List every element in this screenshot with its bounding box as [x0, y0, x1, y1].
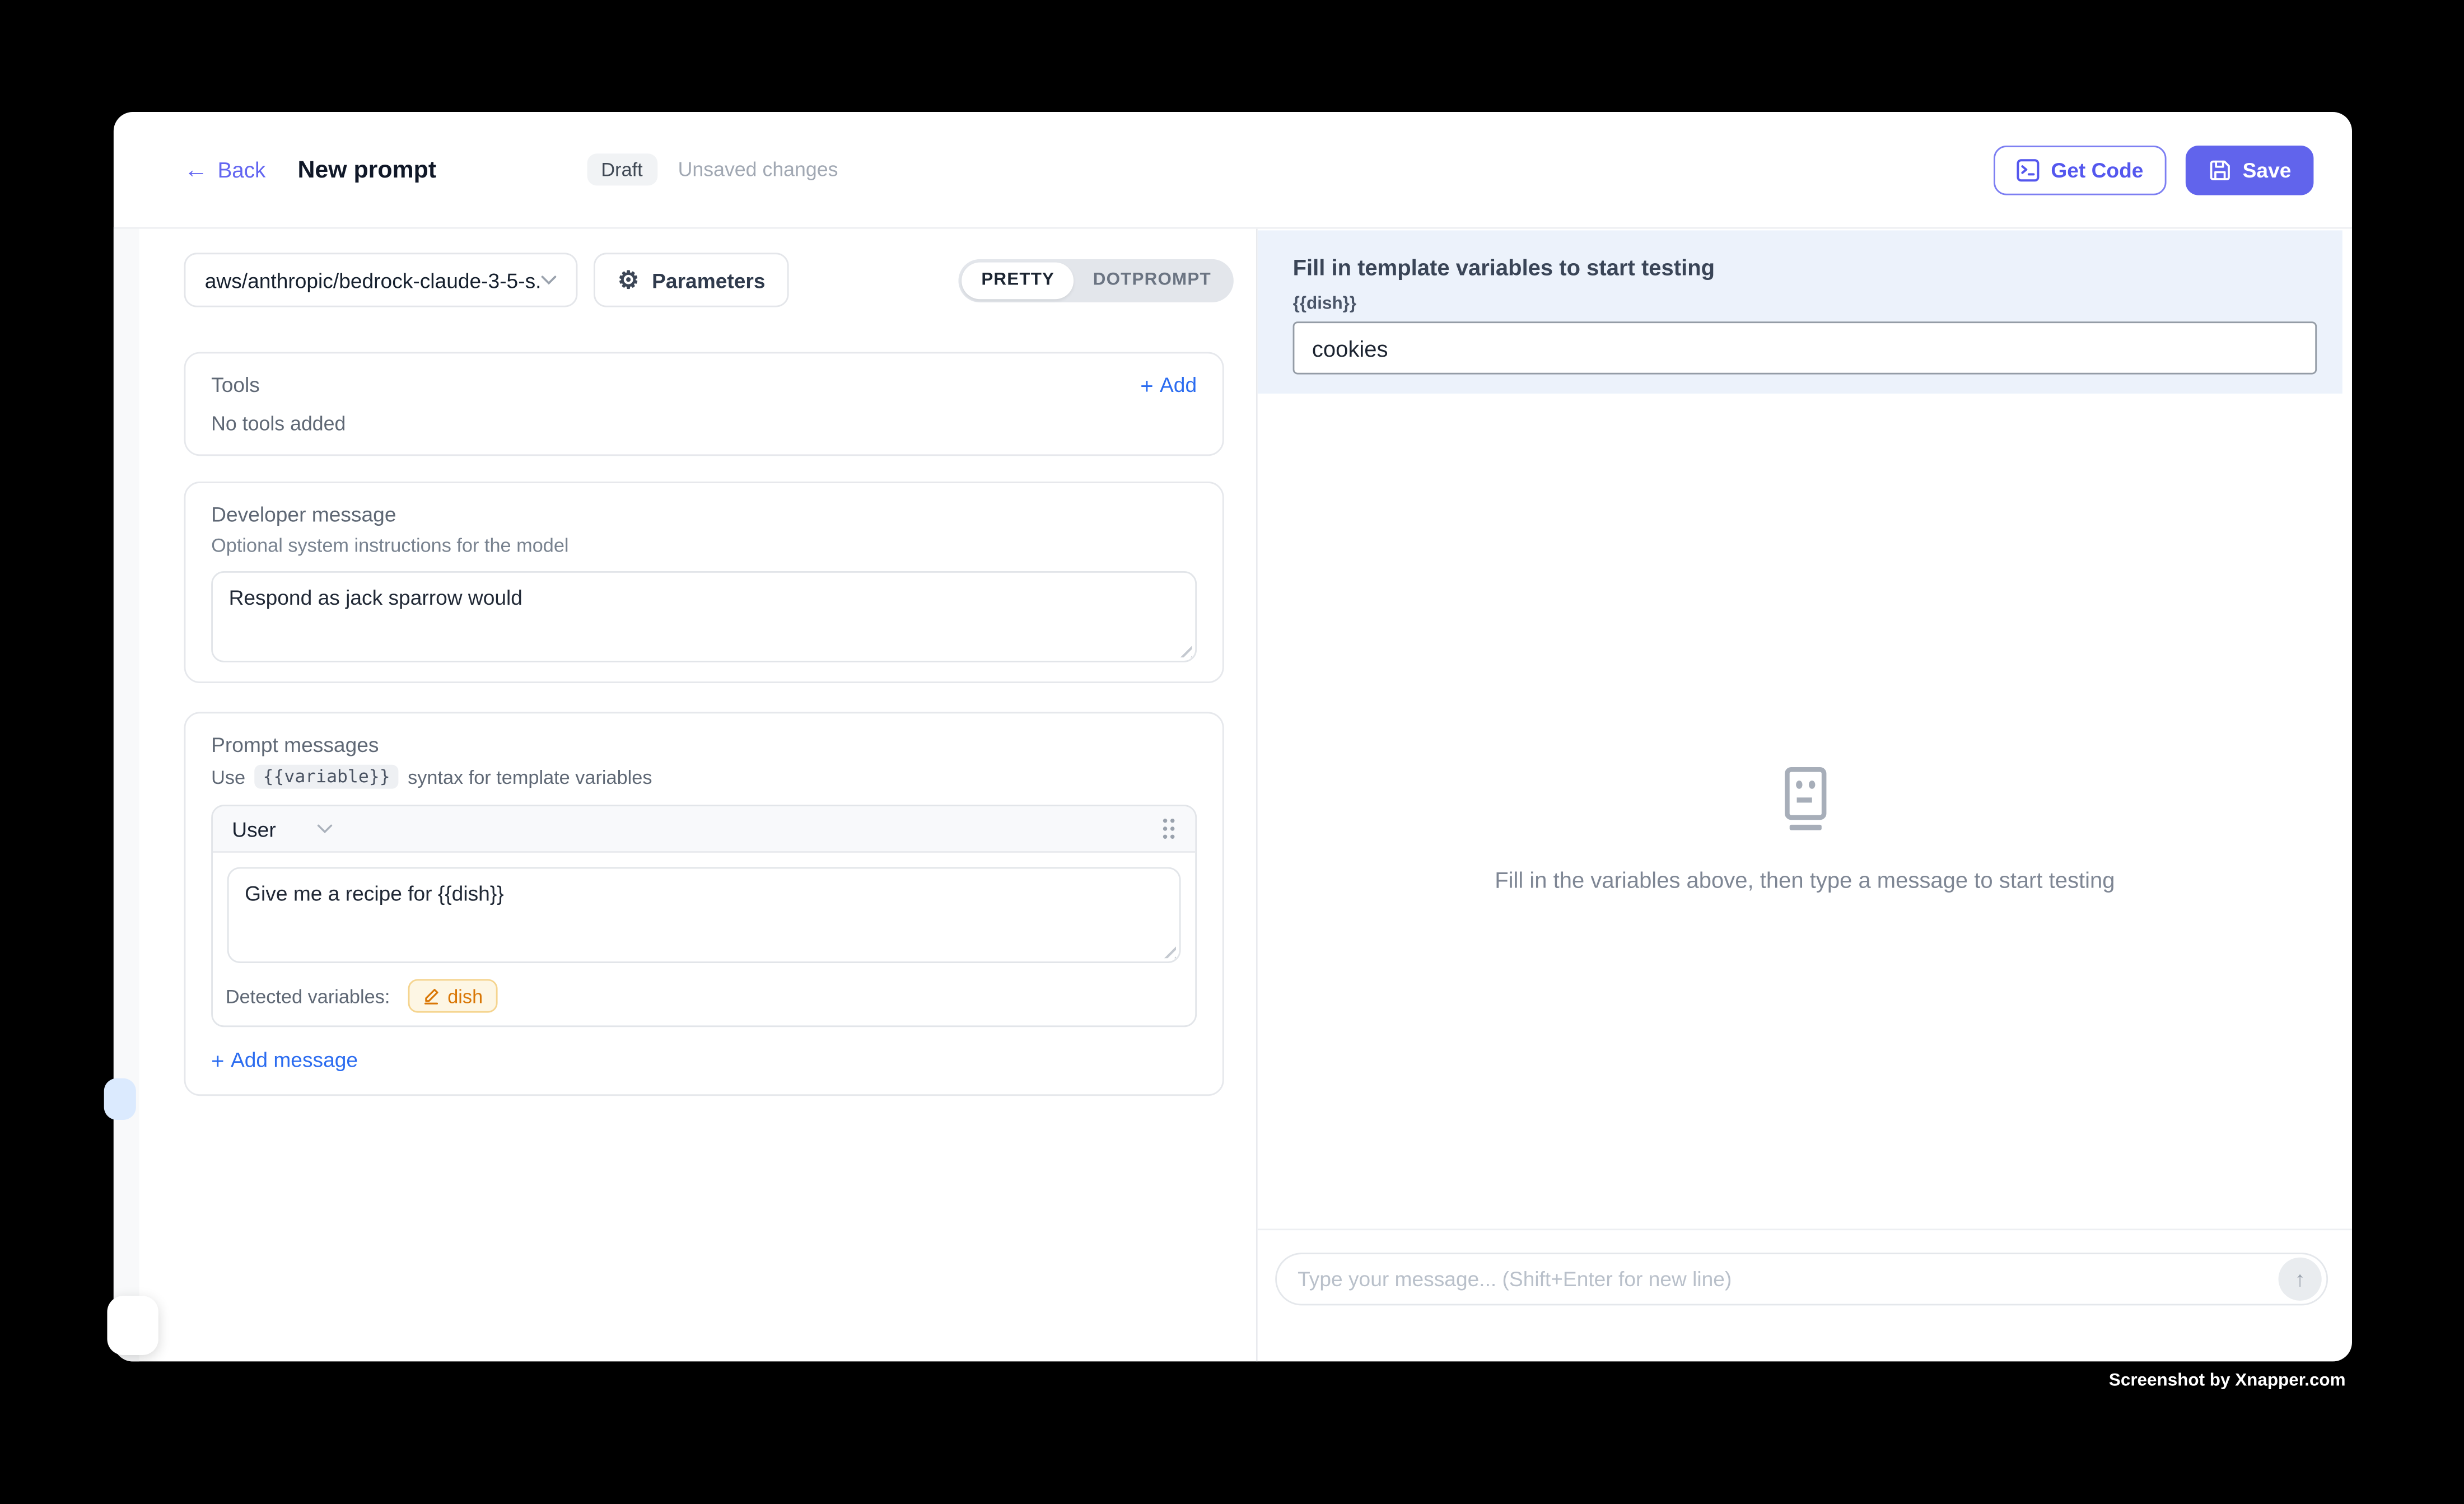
back-button[interactable]: ← Back — [184, 157, 266, 181]
arrow-left-icon: ← — [184, 157, 208, 181]
pencil-edit-icon — [422, 987, 440, 1005]
get-code-button[interactable]: Get Code — [1994, 145, 2166, 195]
get-code-label: Get Code — [2051, 157, 2143, 181]
tools-title: Tools — [211, 373, 260, 397]
page-title: New prompt — [297, 156, 436, 184]
draft-status-badge: Draft — [587, 153, 657, 185]
chat-input-area: Type your message... (Shift+Enter for ne… — [1258, 1229, 2352, 1361]
screenshot-stage: ← Back New prompt Draft Unsaved changes … — [0, 0, 2464, 1504]
add-message-button[interactable]: + Add message — [211, 1048, 1197, 1072]
save-button[interactable]: Save — [2185, 145, 2314, 195]
chevron-down-icon — [541, 275, 557, 284]
variable-chip-dish[interactable]: dish — [408, 979, 497, 1013]
send-message-button[interactable]: ↑ — [2279, 1258, 2322, 1301]
add-tool-button[interactable]: + Add — [1140, 373, 1197, 397]
plus-icon: + — [211, 1049, 224, 1071]
message-header: User — [213, 806, 1195, 853]
developer-message-card: Developer message Optional system instru… — [184, 482, 1224, 683]
add-tool-label: Add — [1160, 373, 1197, 397]
hint-prefix: Use — [211, 765, 245, 788]
collapsed-sidebar — [114, 229, 139, 1362]
message-block: User — [211, 805, 1197, 1027]
editor-toolbar: aws/anthropic/bedrock-claude-3-5-s... ⚙ … — [184, 253, 1224, 307]
save-floppy-icon — [2208, 157, 2232, 181]
prompt-messages-card: Prompt messages Use {{variable}} syntax … — [184, 712, 1224, 1096]
floating-card-fragment — [107, 1296, 158, 1355]
prompt-messages-title: Prompt messages — [211, 733, 1197, 757]
gear-icon: ⚙ — [618, 268, 639, 292]
chat-empty-state: Fill in the variables above, then type a… — [1258, 767, 2352, 893]
unsaved-changes-text: Unsaved changes — [678, 158, 838, 181]
banner-title: Fill in template variables to start test… — [1293, 254, 2317, 280]
hint-suffix: syntax for template variables — [408, 765, 652, 788]
parameters-label: Parameters — [652, 268, 765, 292]
arrow-up-icon: ↑ — [2295, 1267, 2306, 1291]
template-variables-banner: Fill in template variables to start test… — [1258, 230, 2342, 393]
test-panel: Fill in template variables to start test… — [1256, 229, 2352, 1362]
dish-variable-label: {{dish}} — [1293, 295, 2317, 314]
message-body: Give me a recipe for {{dish}} — [213, 853, 1195, 970]
detected-variables-row: Detected variables: dish — [213, 969, 1195, 1025]
model-select-value: aws/anthropic/bedrock-claude-3-5-s... — [205, 268, 541, 292]
header: ← Back New prompt Draft Unsaved changes … — [114, 112, 2352, 229]
add-message-label: Add message — [231, 1048, 358, 1072]
model-select[interactable]: aws/anthropic/bedrock-claude-3-5-s... — [184, 253, 578, 307]
save-label: Save — [2243, 157, 2292, 181]
message-role-select[interactable]: User — [232, 817, 276, 841]
empty-state-text: Fill in the variables above, then type a… — [1495, 867, 2115, 893]
parameters-button[interactable]: ⚙ Parameters — [594, 253, 789, 307]
tools-card: Tools + Add No tools added — [184, 352, 1224, 456]
prompt-editor-panel: aws/anthropic/bedrock-claude-3-5-s... ⚙ … — [139, 229, 1256, 1362]
view-mode-toggle: PRETTY DOTPROMPT — [959, 258, 1234, 301]
tools-empty-text: No tools added — [211, 413, 1197, 435]
sidebar-active-item[interactable] — [104, 1078, 136, 1120]
detected-variables-label: Detected variables: — [226, 985, 390, 1007]
variable-code-chip: {{variable}} — [255, 765, 398, 789]
drag-handle-icon[interactable] — [1161, 818, 1176, 840]
developer-message-subtitle: Optional system instructions for the mod… — [211, 534, 1197, 557]
developer-message-title: Developer message — [211, 502, 1197, 526]
robot-face-icon — [1775, 767, 1835, 832]
chat-input-placeholder: Type your message... (Shift+Enter for ne… — [1298, 1267, 2278, 1291]
developer-message-textarea[interactable]: Respond as jack sparrow would — [211, 571, 1197, 662]
watermark-text: Screenshot by Xnapper.com — [2109, 1371, 2346, 1390]
chat-message-input[interactable]: Type your message... (Shift+Enter for ne… — [1275, 1253, 2328, 1305]
chevron-down-icon[interactable] — [318, 824, 334, 833]
toggle-dotprompt[interactable]: DOTPROMPT — [1074, 261, 1230, 298]
back-label: Back — [218, 157, 266, 181]
variable-chip-label: dish — [447, 985, 483, 1007]
dish-variable-input[interactable] — [1293, 321, 2317, 374]
code-terminal-icon — [2016, 157, 2040, 181]
user-message-textarea[interactable]: Give me a recipe for {{dish}} — [227, 867, 1181, 963]
toggle-pretty[interactable]: PRETTY — [962, 261, 1074, 298]
app-window: ← Back New prompt Draft Unsaved changes … — [114, 112, 2352, 1361]
plus-icon: + — [1140, 373, 1153, 396]
variable-syntax-hint: Use {{variable}} syntax for template var… — [211, 765, 1197, 789]
